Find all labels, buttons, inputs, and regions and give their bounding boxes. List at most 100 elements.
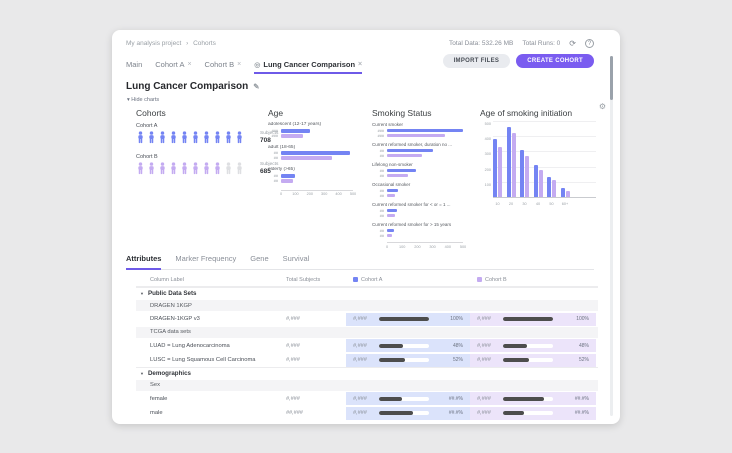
breadcrumb-separator-icon: › <box>186 40 188 47</box>
x-axis-tick-label: 30 <box>520 202 529 206</box>
table-header-row: Column Label Total Subjects Cohort A Coh… <box>136 273 598 287</box>
row-total-subjects: ##,### <box>286 410 346 416</box>
person-icon <box>136 162 145 180</box>
axis-tick-label: 300 <box>321 192 327 196</box>
bar-value-label: ### <box>372 134 384 138</box>
top-stats: Total Data: 532.26 MB Total Runs: 0 ⟳ ? <box>449 39 594 48</box>
scrollbar-track[interactable] <box>610 56 613 416</box>
bar-value-label: ## <box>372 234 384 238</box>
bar-cohort-b <box>281 134 303 138</box>
action-buttons: IMPORT FILES CREATE COHORT <box>443 54 594 74</box>
close-tab-icon[interactable]: × <box>358 61 362 68</box>
tab-survival[interactable]: Survival <box>283 254 310 269</box>
bar-cohort-b <box>281 179 293 183</box>
tab-cohort-a[interactable]: Cohort A× <box>155 60 191 74</box>
scrollbar-thumb[interactable] <box>610 56 613 100</box>
chart-bar-row: ## <box>268 179 368 183</box>
vbar-cohort-b <box>552 180 556 197</box>
axis-tick-label: 300 <box>429 245 435 249</box>
person-icon <box>169 162 178 180</box>
bar-cohort-a <box>281 174 295 178</box>
cell-bar-fill <box>379 358 405 362</box>
cell-bar-track <box>379 358 429 362</box>
x-axis-tick-label: 10 <box>493 202 502 206</box>
tab-gene[interactable]: Gene <box>250 254 268 269</box>
row-label: male <box>136 410 286 416</box>
chart-group: Lifelong non-smoker#### <box>372 162 478 178</box>
cohort-a-cell: #,###52% <box>346 354 470 367</box>
breadcrumb[interactable]: My analysis project › Cohorts <box>126 40 219 47</box>
axis-tick-label: 200 <box>414 245 420 249</box>
vbar-cohort-a <box>520 150 524 197</box>
tab-attributes[interactable]: Attributes <box>126 254 161 270</box>
cell-bar-fill <box>379 344 403 348</box>
cohort-a-cell: #,###100% <box>346 313 470 326</box>
refresh-icon[interactable]: ⟳ <box>569 40 576 48</box>
cell-bar-fill <box>379 397 402 401</box>
cell-bar-track <box>379 344 429 348</box>
cell-percent: 100% <box>429 316 463 322</box>
table-section-row[interactable]: ▼Public Data Sets <box>136 287 598 299</box>
subsection-label: Sex <box>150 382 160 388</box>
cohort-a-cell: #,### ##.#% <box>346 392 470 405</box>
chart-group: elderly (>65)#### <box>268 167 368 183</box>
cell-value: #,### <box>353 396 379 402</box>
cell-percent: ##.#% <box>429 396 463 402</box>
chart-bar-row: ## <box>372 149 478 153</box>
breadcrumb-section[interactable]: Cohorts <box>193 40 216 47</box>
tab-lung-cancer-comparison[interactable]: ◎Lung Cancer Comparison× <box>254 60 362 74</box>
table-section-row[interactable]: ▼Demographics <box>136 367 598 379</box>
edit-title-icon[interactable]: ✎ <box>253 82 259 91</box>
cohort-icon-row <box>136 162 252 180</box>
bar-cohort-b <box>387 214 395 217</box>
section-label: Public Data Sets <box>148 290 197 297</box>
cohort-b-cell: #,#####.#% <box>470 407 596 420</box>
vbar-group <box>534 165 543 197</box>
help-icon[interactable]: ? <box>585 39 594 48</box>
chart-category-label: adult (18-65) <box>268 145 368 150</box>
axis-tick-label: 500 <box>350 192 356 196</box>
breadcrumb-project[interactable]: My analysis project <box>126 40 181 47</box>
initiation-chart-title: Age of smoking initiation <box>480 108 596 118</box>
chart-bar-row: ## <box>372 154 478 158</box>
charts-region: ⚙ Cohorts Cohort ASubjects708Cohort BSub… <box>136 108 606 248</box>
vbar-cohort-b <box>512 133 516 197</box>
vbar-cohort-a <box>561 188 565 197</box>
y-axis-tick-label: 100 <box>480 183 491 187</box>
close-tab-icon[interactable]: × <box>187 61 191 68</box>
tab-cohort-b[interactable]: Cohort B× <box>205 60 242 74</box>
vbar-group <box>493 139 502 197</box>
hide-charts-toggle[interactable]: ▾ Hide charts <box>127 97 159 103</box>
chart-category-label: Lifelong non-smoker <box>372 162 478 167</box>
vertical-bars <box>493 122 596 198</box>
person-icon <box>147 131 156 149</box>
initiation-chart: 100200300400500102030405060+ <box>480 122 596 210</box>
chart-category-label: Current reformed smoker for > 15 years <box>372 222 478 227</box>
x-axis-tick-label: 20 <box>507 202 516 206</box>
cell-bar-fill <box>379 411 413 415</box>
vbar-cohort-a <box>534 165 538 197</box>
cell-bar-track <box>379 397 429 401</box>
chart-bar-row: ### <box>372 129 478 133</box>
person-icon <box>235 131 244 149</box>
axis-tick-label: 0 <box>386 245 388 249</box>
table-body: ▼Public Data SetsDRAGEN 1KGPDRAGEN-1KGP … <box>136 287 598 420</box>
import-files-button[interactable]: IMPORT FILES <box>443 54 511 68</box>
bar-value-label: ### <box>372 129 384 133</box>
cohort-a-swatch <box>353 277 358 282</box>
cell-bar-fill <box>379 317 429 321</box>
attributes-table: Column Label Total Subjects Cohort A Coh… <box>136 273 598 420</box>
tab-marker-frequency[interactable]: Marker Frequency <box>175 254 236 269</box>
x-axis-tick-label: 50 <box>547 202 556 206</box>
cell-bar-fill <box>503 397 544 401</box>
cohort-b-swatch <box>477 277 482 282</box>
tab-main[interactable]: Main <box>126 60 142 74</box>
table-row: LUAD = Lung Adenocarcinoma#,####,###48%#… <box>136 339 598 352</box>
create-cohort-button[interactable]: CREATE COHORT <box>516 54 594 68</box>
cell-bar-track <box>379 411 429 415</box>
bar-value-label: ### <box>268 129 278 133</box>
chart-settings-gear-icon[interactable]: ⚙ <box>599 102 606 111</box>
bar-value-label: ## <box>268 179 278 183</box>
smoking-status-chart: Current smoker######Current reformed smo… <box>372 122 478 250</box>
close-tab-icon[interactable]: × <box>237 61 241 68</box>
